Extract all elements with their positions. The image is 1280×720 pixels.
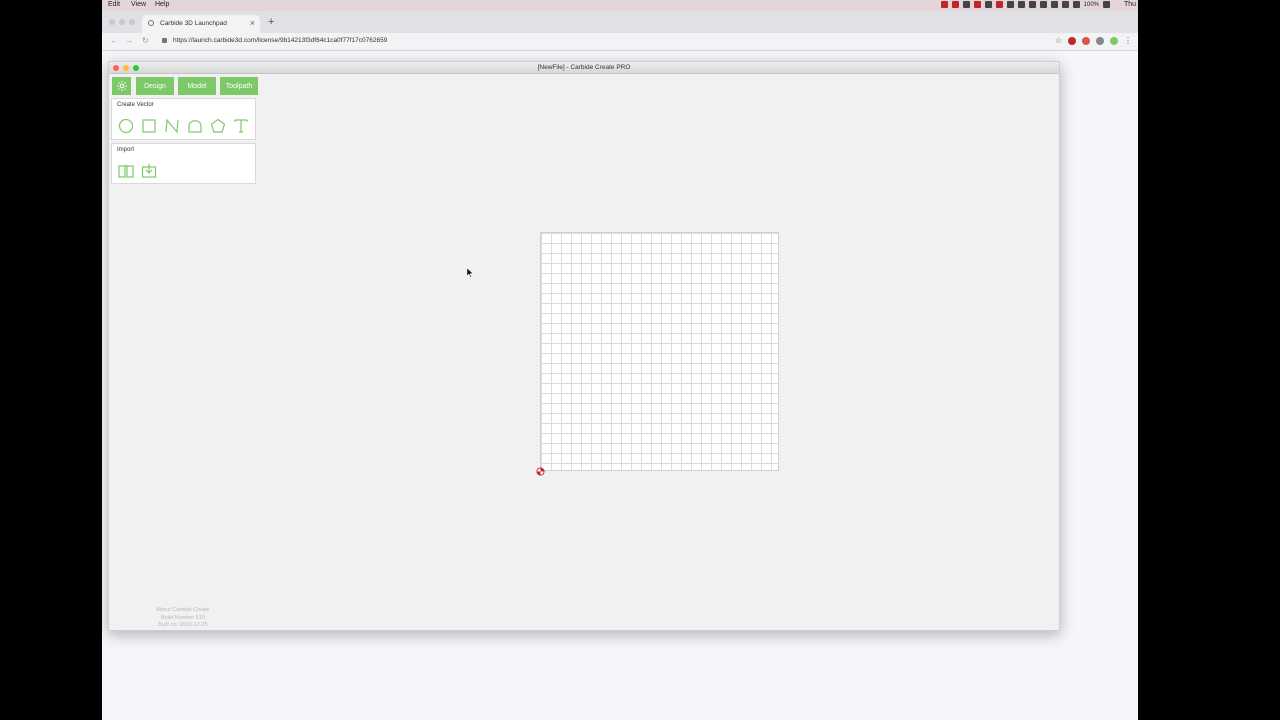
menu-help[interactable]: Help <box>155 1 169 8</box>
battery-icon[interactable] <box>1103 1 1110 8</box>
polyline-tool-button[interactable] <box>163 117 180 134</box>
open-file-button[interactable] <box>117 162 134 179</box>
pause-icon[interactable] <box>995 1 1003 8</box>
browser-tab[interactable]: Carbide 3D Launchpad × <box>142 15 260 33</box>
address-bar[interactable]: https://launch.carbide3d.com/license/9b1… <box>173 37 387 44</box>
text-icon <box>233 118 248 133</box>
mouse-cursor-icon <box>467 268 474 278</box>
globe-icon <box>148 20 154 26</box>
forward-icon[interactable]: → <box>125 36 133 45</box>
window-zoom-button[interactable] <box>133 65 139 71</box>
browser-menu-icon[interactable]: ⋮ <box>1124 36 1132 45</box>
browser-tab-strip: Carbide 3D Launchpad × + <box>102 11 1138 33</box>
tab-toolpath[interactable]: Toolpath <box>220 77 258 95</box>
circle-tool-button[interactable] <box>117 117 134 134</box>
sync-icon[interactable] <box>984 1 992 8</box>
extension-icon-3[interactable] <box>1096 36 1104 45</box>
record-icon[interactable] <box>951 1 959 8</box>
wifi-icon[interactable] <box>1061 1 1069 8</box>
import-tools <box>117 162 157 179</box>
skype-icon[interactable] <box>1006 1 1014 8</box>
import-box-icon <box>141 163 156 178</box>
bookmark-star-icon[interactable]: ☆ <box>1055 36 1062 45</box>
polyline-icon <box>164 117 179 134</box>
extension-icon-2[interactable] <box>1082 36 1090 45</box>
camera-icon[interactable] <box>973 1 981 8</box>
new-tab-button[interactable]: + <box>268 16 274 28</box>
dropbox-icon[interactable] <box>1017 1 1025 8</box>
create-vector-panel: Create Vector <box>111 98 256 140</box>
bluetooth-icon[interactable] <box>1039 1 1047 8</box>
text-tool-button[interactable] <box>232 117 249 134</box>
volume-icon[interactable] <box>1072 1 1080 8</box>
import-file-button[interactable] <box>140 162 157 179</box>
about-link[interactable]: About Carbide Create <box>153 607 213 615</box>
browser-close-dot[interactable] <box>109 19 115 25</box>
app-status-icon[interactable] <box>940 1 948 8</box>
back-icon[interactable]: ← <box>110 36 118 45</box>
lock-icon <box>162 38 167 43</box>
tab-title: Carbide 3D Launchpad <box>160 20 227 27</box>
rectangle-icon <box>141 118 156 133</box>
about-info[interactable]: About Carbide Create Build Number 510 Bu… <box>153 607 213 630</box>
curve-icon <box>187 119 202 133</box>
menu-bar-clock[interactable]: Thu <box>1124 1 1136 8</box>
tab-design[interactable]: Design <box>136 77 174 95</box>
import-title: Import <box>117 147 135 153</box>
browser-toolbar: ← → ↻ https://launch.carbide3d.com/licen… <box>102 33 1138 51</box>
extension-icon-1[interactable] <box>1068 36 1076 45</box>
circle-icon <box>118 118 133 133</box>
build-number: Build Number 510 <box>160 614 206 621</box>
os-menu-bar: Edit View Help 100% Thu <box>102 0 1138 11</box>
origin-marker-icon <box>536 467 545 476</box>
curve-tool-button[interactable] <box>186 117 203 134</box>
carbide-create-window: [NewFile] - Carbide Create PRO Design Mo… <box>108 61 1060 631</box>
browser-extensions: ☆ ⋮ <box>1055 36 1132 45</box>
menu-bar-status-icons: 100% <box>940 1 1110 8</box>
gear-icon <box>116 81 127 91</box>
design-canvas-grid[interactable] <box>540 232 779 471</box>
polygon-icon <box>210 118 225 133</box>
open-book-icon <box>117 164 134 178</box>
menu-edit[interactable]: Edit <box>108 1 120 8</box>
window-title: [NewFile] - Carbide Create PRO <box>537 64 631 71</box>
polygon-tool-button[interactable] <box>209 117 226 134</box>
rectangle-tool-button[interactable] <box>140 117 157 134</box>
window-close-button[interactable] <box>113 65 119 71</box>
battery-percent: 100% <box>1083 1 1099 8</box>
window-title-bar: [NewFile] - Carbide Create PRO <box>109 62 1059 74</box>
window-minimize-button[interactable] <box>123 65 129 71</box>
time-machine-icon[interactable] <box>1028 1 1036 8</box>
menu-view[interactable]: View <box>131 1 146 8</box>
cloud-icon[interactable] <box>962 1 970 8</box>
profile-avatar[interactable] <box>1110 36 1118 45</box>
import-panel: Import <box>111 143 256 184</box>
create-vector-tools <box>117 117 249 134</box>
settings-button[interactable] <box>112 77 131 95</box>
browser-minimize-dot[interactable] <box>119 19 125 25</box>
create-vector-title: Create Vector <box>117 102 154 108</box>
reload-icon[interactable]: ↻ <box>142 36 149 45</box>
tab-model[interactable]: Model <box>178 77 216 95</box>
browser-zoom-dot[interactable] <box>129 19 135 25</box>
build-date: Built on: 2019-12-25 <box>158 622 208 628</box>
keyboard-icon[interactable] <box>1050 1 1058 8</box>
tab-close-icon[interactable]: × <box>250 18 255 28</box>
